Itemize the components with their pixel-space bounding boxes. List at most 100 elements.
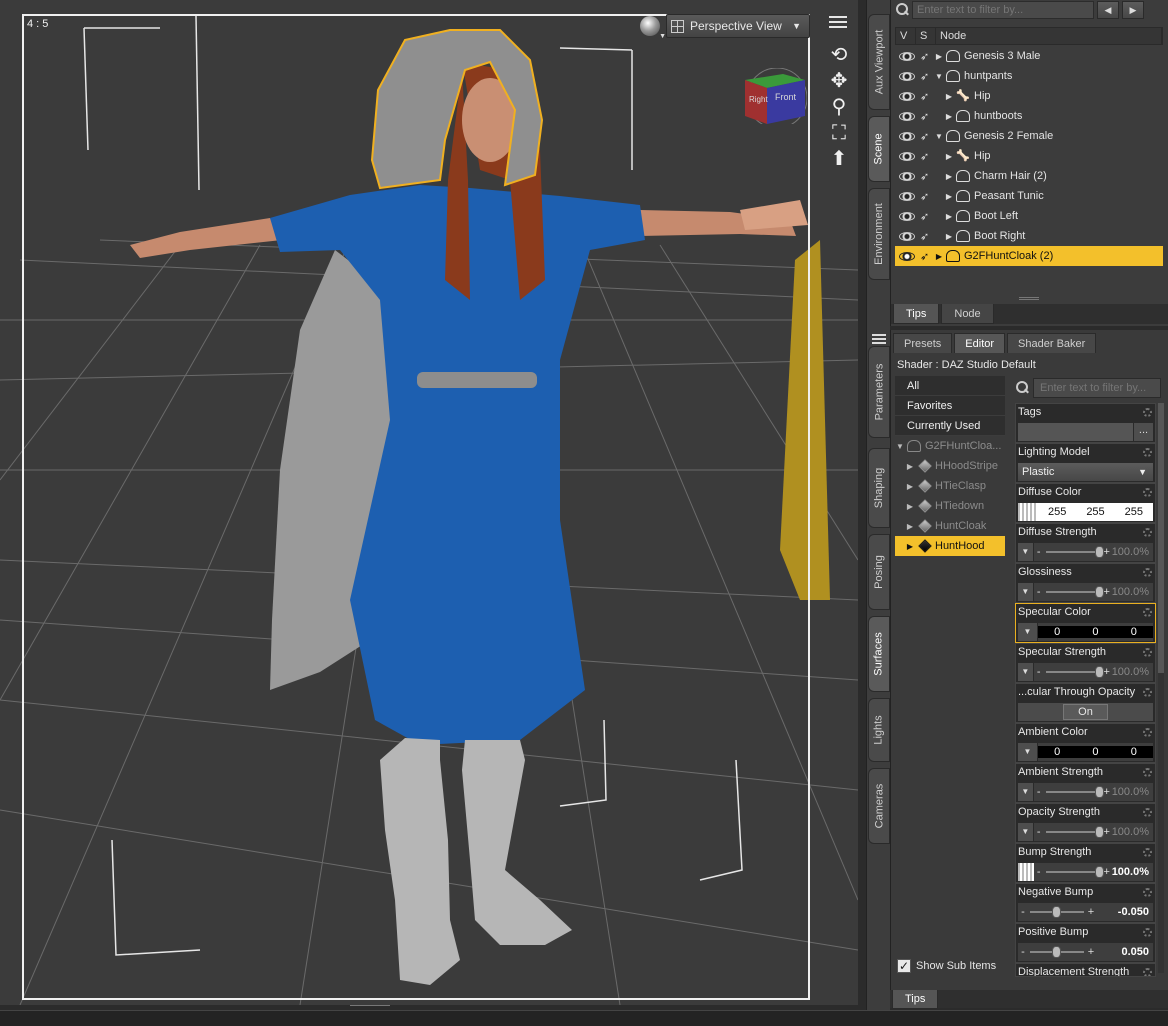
scene-node-row[interactable]: ➶ ▶ Peasant Tunic (895, 186, 1163, 206)
chevron-right-icon[interactable]: ▶ (905, 502, 915, 511)
slider-knob[interactable] (1094, 826, 1104, 838)
prev-match-button[interactable]: ◀ (1097, 1, 1119, 19)
chevron-right-icon[interactable]: ▶ (944, 212, 954, 221)
scene-node-row[interactable]: ➶ ▶ G2FHuntCloak (2) (895, 246, 1163, 266)
chevron-right-icon[interactable]: ▶ (934, 252, 944, 261)
tab-aux-viewport[interactable]: Aux Viewport (868, 14, 890, 110)
slider-knob[interactable] (1094, 546, 1104, 558)
eye-icon[interactable] (899, 91, 915, 101)
texture-map-icon[interactable] (1018, 503, 1038, 521)
gear-icon[interactable] (1143, 608, 1152, 617)
gear-icon[interactable] (1143, 568, 1152, 577)
scene-node-row[interactable]: ➶ ▼ Genesis 2 Female (895, 126, 1163, 146)
map-menu-button[interactable]: ▼ (1018, 743, 1038, 761)
selectable-icon[interactable]: ➶ (920, 170, 934, 183)
tab-environment[interactable]: Environment (868, 188, 890, 280)
material-row[interactable]: ▶ HTiedown (895, 496, 1005, 516)
surfaces-menu-icon[interactable] (872, 334, 886, 344)
tab-tips-bottom[interactable]: Tips (892, 990, 939, 1009)
eye-icon[interactable] (899, 151, 915, 161)
show-sub-items-toggle[interactable]: ✓ Show Sub Items (897, 959, 996, 973)
ambient-strength-slider[interactable]: - +100.0% (1034, 783, 1153, 801)
negative-bump-slider[interactable]: - + -0.050 (1018, 903, 1153, 921)
chevron-right-icon[interactable]: ▶ (944, 92, 954, 101)
tab-tips[interactable]: Tips (893, 304, 940, 324)
chevron-down-icon[interactable]: ▼ (934, 132, 944, 141)
selectable-icon[interactable]: ➶ (920, 210, 934, 223)
map-menu-button[interactable]: ▼ (1018, 783, 1034, 801)
scene-splitter-grip[interactable] (1019, 297, 1039, 300)
chevron-right-icon[interactable]: ▶ (944, 152, 954, 161)
view-selector[interactable]: Perspective View ▼ (666, 14, 810, 38)
eye-icon[interactable] (899, 251, 915, 261)
tab-node[interactable]: Node (941, 304, 994, 324)
specular-strength-slider[interactable]: - +100.0% (1034, 663, 1153, 681)
tab-posing[interactable]: Posing (868, 534, 890, 610)
scene-node-row[interactable]: ➶ ▶ Charm Hair (2) (895, 166, 1163, 186)
scene-search-input[interactable] (912, 1, 1094, 19)
scene-node-row[interactable]: ➶ ▶ huntboots (895, 106, 1163, 126)
next-match-button[interactable]: ▶ (1122, 1, 1144, 19)
gear-icon[interactable] (1143, 728, 1152, 737)
lighting-model-select[interactable]: Plastic ▼ (1018, 463, 1153, 481)
map-menu-button[interactable]: ▼ (1018, 623, 1038, 641)
chevron-right-icon[interactable]: ▶ (944, 172, 954, 181)
specular-through-opacity-toggle[interactable]: On (1018, 703, 1153, 721)
gear-icon[interactable] (1143, 808, 1152, 817)
map-menu-button[interactable]: ▼ (1018, 583, 1034, 601)
pan-icon[interactable]: ✥ (828, 70, 850, 92)
scene-node-row[interactable]: ➶ ▶ Boot Right (895, 226, 1163, 246)
eye-icon[interactable] (899, 131, 915, 141)
map-menu-button[interactable]: ▼ (1018, 543, 1034, 561)
eye-icon[interactable] (899, 211, 915, 221)
selectable-icon[interactable]: ➶ (920, 230, 934, 243)
eye-icon[interactable] (899, 171, 915, 181)
selectable-icon[interactable]: ➶ (920, 130, 934, 143)
tab-editor[interactable]: Editor (954, 333, 1006, 353)
gear-icon[interactable] (1143, 928, 1152, 937)
tags-browse-button[interactable]: ... (1133, 423, 1153, 441)
tab-shaping[interactable]: Shaping (868, 448, 890, 528)
property-search-input[interactable] (1033, 378, 1161, 398)
gear-icon[interactable] (1143, 408, 1152, 417)
eye-icon[interactable] (899, 111, 915, 121)
slider-knob[interactable] (1094, 586, 1104, 598)
scene-node-row[interactable]: ➶ ▶ Boot Left (895, 206, 1163, 226)
chevron-right-icon[interactable]: ▶ (944, 192, 954, 201)
view-cube[interactable]: Right Front (743, 68, 807, 124)
slider-knob[interactable] (1052, 946, 1061, 958)
material-row[interactable]: ▶ HuntHood (895, 536, 1005, 556)
selectable-icon[interactable]: ➶ (920, 190, 934, 203)
gear-icon[interactable] (1143, 888, 1152, 897)
gear-icon[interactable] (1143, 768, 1152, 777)
gear-icon[interactable] (1143, 648, 1152, 657)
material-row[interactable]: ▶ HTieClasp (895, 476, 1005, 496)
checkbox-icon[interactable]: ✓ (897, 959, 911, 973)
chevron-right-icon[interactable]: ▶ (934, 52, 944, 61)
column-selectable[interactable]: S (916, 28, 936, 44)
draw-style-icon[interactable]: ▼ (640, 16, 666, 40)
eye-icon[interactable] (899, 71, 915, 81)
gear-icon[interactable] (1143, 448, 1152, 457)
3d-viewport[interactable]: 4 : 5 ▼ Perspective View ▼ Right Front ⟲… (0, 0, 858, 1005)
column-visible[interactable]: V (896, 28, 916, 44)
category-currently-used[interactable]: Currently Used (895, 416, 1005, 436)
diffuse-strength-slider[interactable]: - +100.0% (1034, 543, 1153, 561)
selectable-icon[interactable]: ➶ (920, 250, 934, 263)
positive-bump-slider[interactable]: - +0.050 (1018, 943, 1153, 961)
gear-icon[interactable] (1143, 688, 1152, 697)
gear-icon[interactable] (1143, 848, 1152, 857)
gear-icon[interactable] (1143, 528, 1152, 537)
selectable-icon[interactable]: ➶ (920, 150, 934, 163)
slider-knob[interactable] (1052, 906, 1061, 918)
scene-node-row[interactable]: ➶ ▶ 🦴 Hip (895, 86, 1163, 106)
zoom-icon[interactable]: ⚲ (828, 96, 850, 118)
gear-icon[interactable] (1143, 488, 1152, 497)
tab-lights[interactable]: Lights (868, 698, 890, 762)
tab-surfaces[interactable]: Surfaces (868, 616, 890, 692)
selectable-icon[interactable]: ➶ (920, 90, 934, 103)
orbit-icon[interactable]: ⟲ (828, 44, 850, 66)
column-node[interactable]: Node (936, 28, 1162, 44)
material-root[interactable]: ▼ G2FHuntCloa... (895, 436, 1005, 456)
texture-map-icon[interactable] (1018, 863, 1034, 881)
